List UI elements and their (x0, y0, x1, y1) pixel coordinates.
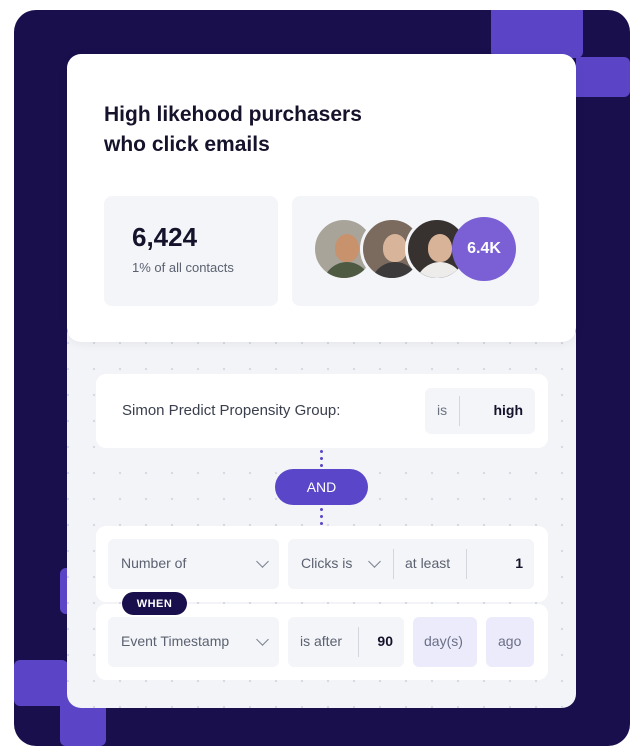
ago-label: ago (498, 633, 522, 649)
condition-row-timestamp: Event Timestamp is after 90 day(s) ago (96, 604, 548, 680)
value-label: high (493, 402, 523, 418)
clicks-condition-field[interactable]: Clicks is at least 1 (288, 539, 534, 589)
timestamp-operator-field[interactable]: is after 90 (288, 617, 404, 667)
unit-select[interactable]: day(s) (413, 617, 477, 667)
when-badge: WHEN (122, 592, 187, 615)
divider (459, 396, 460, 426)
condition-value-select[interactable]: is high (425, 388, 535, 434)
condition-row-clicks: Number of Clicks is at least 1 (96, 526, 548, 602)
contact-count-box: 6,424 1% of all contacts (104, 196, 278, 306)
ago-select[interactable]: ago (486, 617, 534, 667)
operator-label: is after (300, 633, 343, 649)
contact-share: 1% of all contacts (132, 260, 234, 275)
operator-label: at least (405, 555, 451, 571)
decor-shape-top-right (491, 10, 583, 58)
chevron-down-icon (256, 555, 269, 568)
condition-row-propensity: Simon Predict Propensity Group: is high (96, 374, 548, 448)
divider (466, 549, 467, 579)
days-input[interactable]: 90 (377, 633, 393, 649)
click-count-input[interactable]: 1 (515, 555, 523, 571)
event-timestamp-dropdown[interactable]: Event Timestamp (108, 617, 279, 667)
condition-label: Simon Predict Propensity Group: (122, 402, 341, 419)
more-contacts-badge[interactable]: 6.4K (452, 217, 516, 281)
avatar-group: 6.4K (292, 196, 539, 306)
decor-shape-top-right-tab (576, 57, 630, 97)
connector-line-top (320, 450, 323, 471)
metric-label: Clicks is (301, 555, 353, 571)
and-connector-button[interactable]: AND (275, 469, 368, 505)
number-of-dropdown[interactable]: Number of (108, 539, 279, 589)
segment-title-line2: who click emails (104, 133, 270, 156)
chevron-down-icon (368, 555, 381, 568)
divider (358, 627, 359, 657)
contact-count: 6,424 (132, 222, 198, 252)
segment-title: High likehood purchasers who click email… (104, 100, 424, 160)
number-of-label: Number of (121, 555, 187, 571)
unit-label: day(s) (424, 633, 463, 649)
operator-label: is (437, 402, 448, 418)
segment-title-line1: High likehood purchasers (104, 103, 362, 126)
chevron-down-icon (256, 633, 269, 646)
timestamp-label: Event Timestamp (121, 633, 230, 649)
divider (393, 549, 394, 579)
